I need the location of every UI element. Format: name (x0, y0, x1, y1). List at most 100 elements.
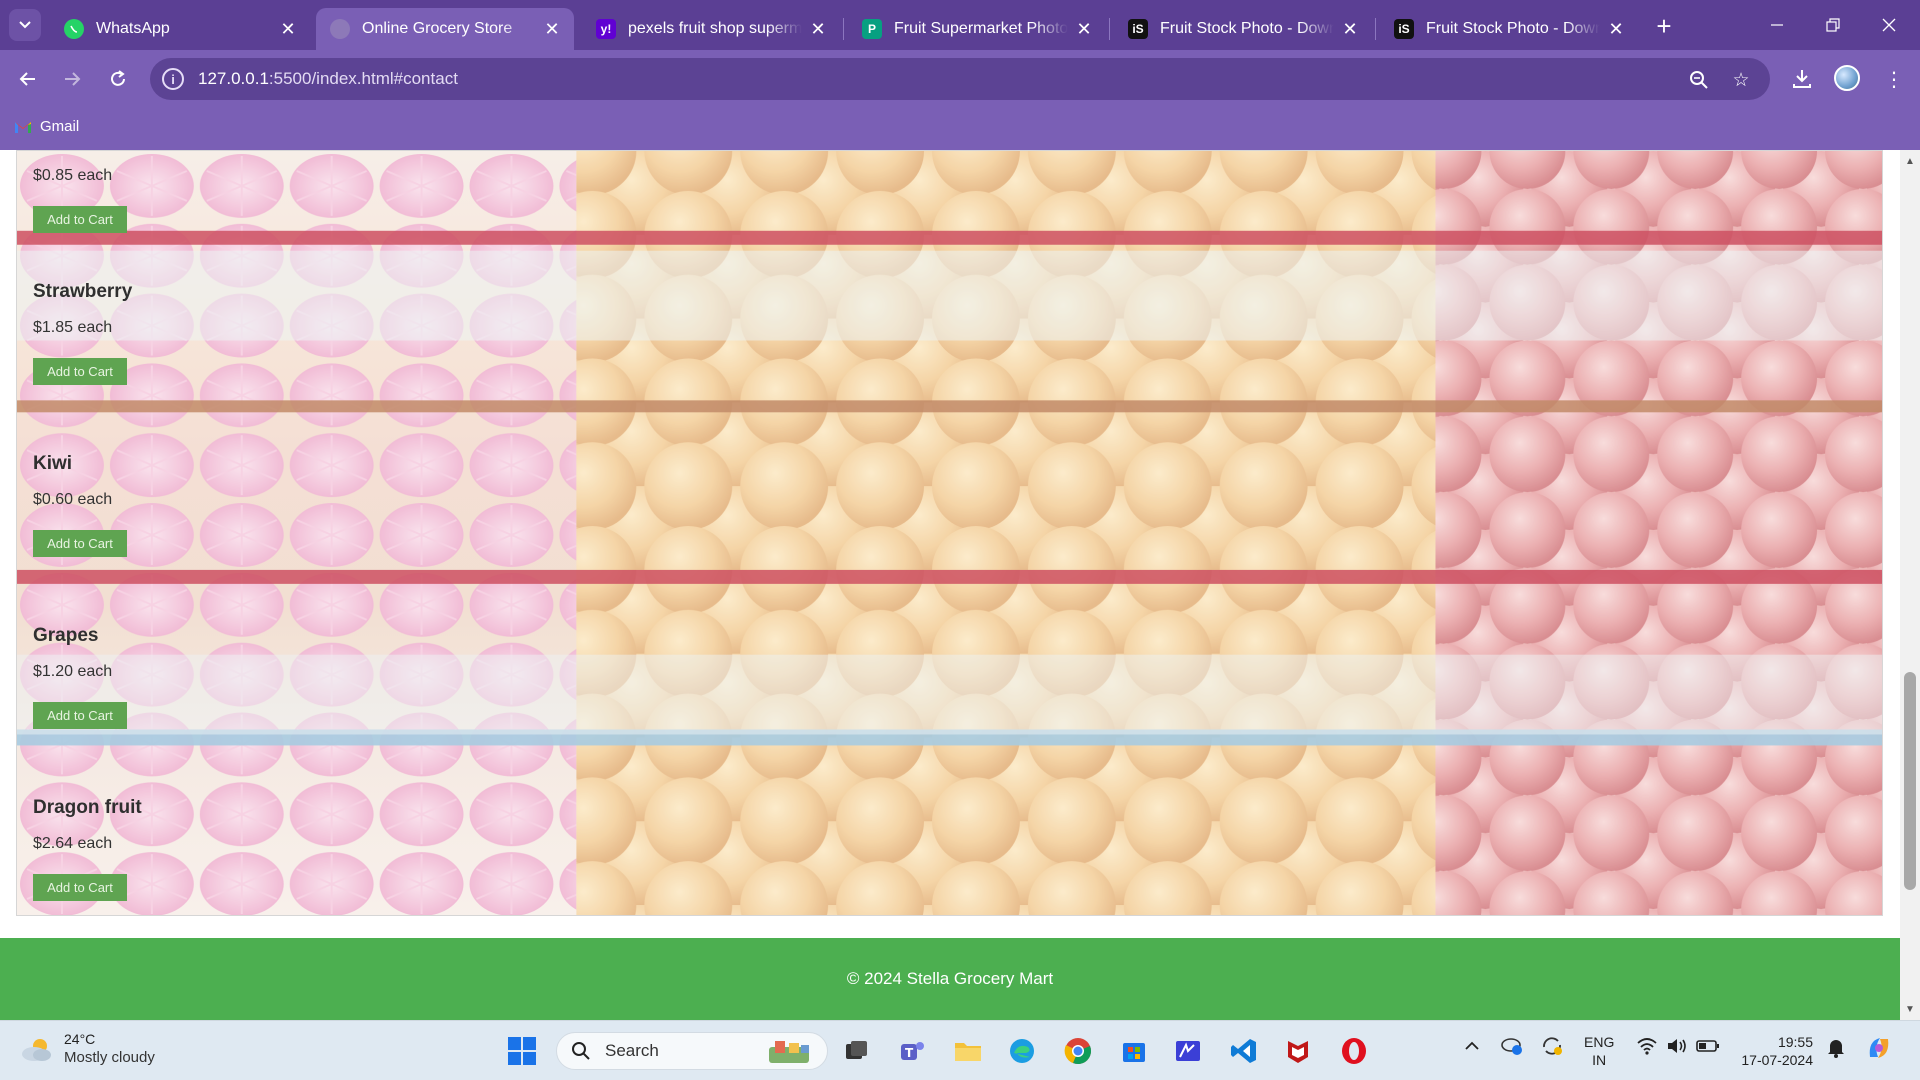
tab-title: Fruit Supermarket Photos, I (894, 20, 1068, 37)
tab-yahoo-search[interactable]: y! pexels fruit shop superma ✕ (582, 8, 840, 50)
add-to-cart-button[interactable]: Add to Cart (33, 358, 127, 385)
download-icon[interactable] (1788, 65, 1816, 93)
windows-start-icon[interactable] (504, 1033, 540, 1069)
tab-separator (1109, 18, 1110, 40)
pexels-icon: P (862, 19, 882, 39)
add-to-cart-button[interactable]: Add to Cart (33, 702, 127, 729)
scroll-up-arrow-icon[interactable]: ▲ (1900, 152, 1920, 170)
show-hidden-icons-chevron-icon[interactable] (1464, 1039, 1480, 1056)
arrow-right-icon (65, 72, 81, 86)
tab-title: Online Grocery Store (362, 20, 513, 37)
close-tab-icon[interactable]: ✕ (1340, 19, 1360, 39)
edge-icon[interactable] (1004, 1033, 1040, 1069)
close-tab-icon[interactable]: ✕ (1074, 19, 1094, 39)
menu-kebab-icon[interactable]: ⋮ (1880, 65, 1908, 93)
page-scrollbar[interactable]: ▲ ▼ (1900, 150, 1920, 1020)
weather-temperature: 24°C (64, 1031, 96, 1047)
add-to-cart-button[interactable]: Add to Cart (33, 206, 127, 233)
chrome-icon[interactable] (1060, 1033, 1096, 1069)
product-name: Strawberry (33, 281, 133, 302)
clock-date: 17-07-2024 (1741, 1052, 1813, 1068)
tab-title: Fruit Stock Photo - Downlo (1160, 20, 1334, 37)
windows-taskbar: 24°C Mostly cloudy Search T ENG IN 19:55… (0, 1020, 1920, 1080)
tab-istock-1[interactable]: iS Fruit Stock Photo - Downlo ✕ (1114, 8, 1372, 50)
product-price: $1.20 each (33, 663, 113, 680)
mcafee-icon[interactable] (1280, 1033, 1316, 1069)
weather-widget[interactable]: 24°C Mostly cloudy (20, 1031, 155, 1067)
wifi-icon[interactable] (1636, 1037, 1658, 1059)
address-bar[interactable]: i 127.0.0.1:5500/index.html#contact ☆ (150, 58, 1770, 100)
tab-separator (843, 18, 844, 40)
restore-button[interactable] (1810, 8, 1856, 42)
product-name (33, 150, 333, 153)
product-price: $0.60 each (33, 491, 113, 508)
add-to-cart-button[interactable]: Add to Cart (33, 530, 127, 557)
istock-icon: iS (1128, 19, 1148, 39)
tab-title: pexels fruit shop superma (628, 20, 802, 37)
volume-icon[interactable] (1666, 1037, 1688, 1059)
site-info-icon[interactable]: i (162, 68, 184, 90)
product-price: $0.85 each (33, 167, 113, 184)
onedrive-status-icon[interactable] (1500, 1035, 1524, 1061)
restore-icon (1826, 18, 1840, 32)
product-name: Dragon fruit (33, 797, 142, 818)
copilot-icon[interactable] (1864, 1033, 1894, 1067)
language-indicator[interactable]: ENG IN (1584, 1033, 1614, 1069)
minimize-button[interactable] (1754, 8, 1800, 42)
tab-whatsapp[interactable]: WhatsApp ✕ (50, 8, 310, 50)
file-explorer-icon[interactable] (950, 1033, 986, 1069)
tab-pexels[interactable]: P Fruit Supermarket Photos, I ✕ (848, 8, 1106, 50)
taskbar-search[interactable]: Search (556, 1032, 828, 1070)
istock-icon: iS (1394, 19, 1414, 39)
product-item-kiwi: Kiwi $0.60 each Add to Cart (33, 453, 333, 557)
battery-icon[interactable] (1696, 1039, 1720, 1057)
teams-icon[interactable]: T (894, 1033, 930, 1069)
bookmark-gmail[interactable]: Gmail (14, 118, 79, 135)
bookmark-label: Gmail (40, 118, 80, 135)
close-tab-icon[interactable]: ✕ (278, 19, 298, 39)
product-list: $0.85 each Add to Cart Strawberry $1.85 … (16, 150, 1883, 916)
vscode-icon[interactable] (1226, 1033, 1262, 1069)
weather-description: Mostly cloudy (64, 1049, 155, 1066)
profile-avatar[interactable] (1834, 65, 1860, 91)
product-item-strawberry: Strawberry $1.85 each Add to Cart (33, 281, 333, 385)
opera-icon[interactable] (1336, 1033, 1372, 1069)
close-tab-icon[interactable]: ✕ (542, 19, 562, 39)
task-view-icon[interactable] (838, 1033, 874, 1069)
close-tab-icon[interactable]: ✕ (808, 19, 828, 39)
search-highlight-icon (761, 1037, 821, 1067)
product-name: Grapes (33, 625, 99, 646)
scrollbar-thumb[interactable] (1904, 672, 1916, 890)
close-window-button[interactable] (1866, 8, 1912, 42)
scroll-down-arrow-icon[interactable]: ▼ (1900, 1000, 1920, 1018)
copyright-text: © 2024 Stella Grocery Mart (846, 969, 1054, 988)
new-tab-button[interactable]: + (1650, 11, 1678, 41)
microsoft-store-icon[interactable] (1116, 1033, 1152, 1069)
product-item: $0.85 each Add to Cart (33, 150, 333, 233)
app-blue-icon[interactable] (1170, 1033, 1206, 1069)
search-icon (572, 1042, 590, 1060)
tab-search-button[interactable] (9, 9, 41, 41)
back-button[interactable] (12, 63, 44, 95)
sync-icon[interactable] (1540, 1035, 1564, 1061)
taskbar-clock[interactable]: 19:55 17-07-2024 (1735, 1033, 1813, 1069)
gmail-icon (14, 120, 32, 134)
notification-bell-icon[interactable] (1826, 1037, 1846, 1063)
forward-button[interactable] (56, 63, 88, 95)
whatsapp-icon (64, 19, 84, 39)
bookmarks-bar: Gmail (0, 108, 1920, 150)
url-text[interactable]: 127.0.0.1:5500/index.html#contact (198, 69, 458, 89)
add-to-cart-button[interactable]: Add to Cart (33, 874, 127, 901)
product-item-dragon-fruit: Dragon fruit $2.64 each Add to Cart (33, 797, 333, 901)
chevron-down-icon (19, 21, 31, 29)
bookmark-star-icon[interactable]: ☆ (1730, 69, 1752, 91)
product-item-grapes: Grapes $1.20 each Add to Cart (33, 625, 333, 729)
reload-button[interactable] (102, 63, 134, 95)
region-code: IN (1592, 1052, 1607, 1068)
close-tab-icon[interactable]: ✕ (1606, 19, 1626, 39)
browser-toolbar: i 127.0.0.1:5500/index.html#contact ☆ ⋮ (0, 50, 1920, 108)
tab-istock-2[interactable]: iS Fruit Stock Photo - Downlo ✕ (1380, 8, 1638, 50)
tab-online-grocery-store[interactable]: Online Grocery Store ✕ (316, 8, 574, 50)
zoom-icon[interactable] (1688, 69, 1710, 91)
tab-title: WhatsApp (96, 20, 170, 37)
